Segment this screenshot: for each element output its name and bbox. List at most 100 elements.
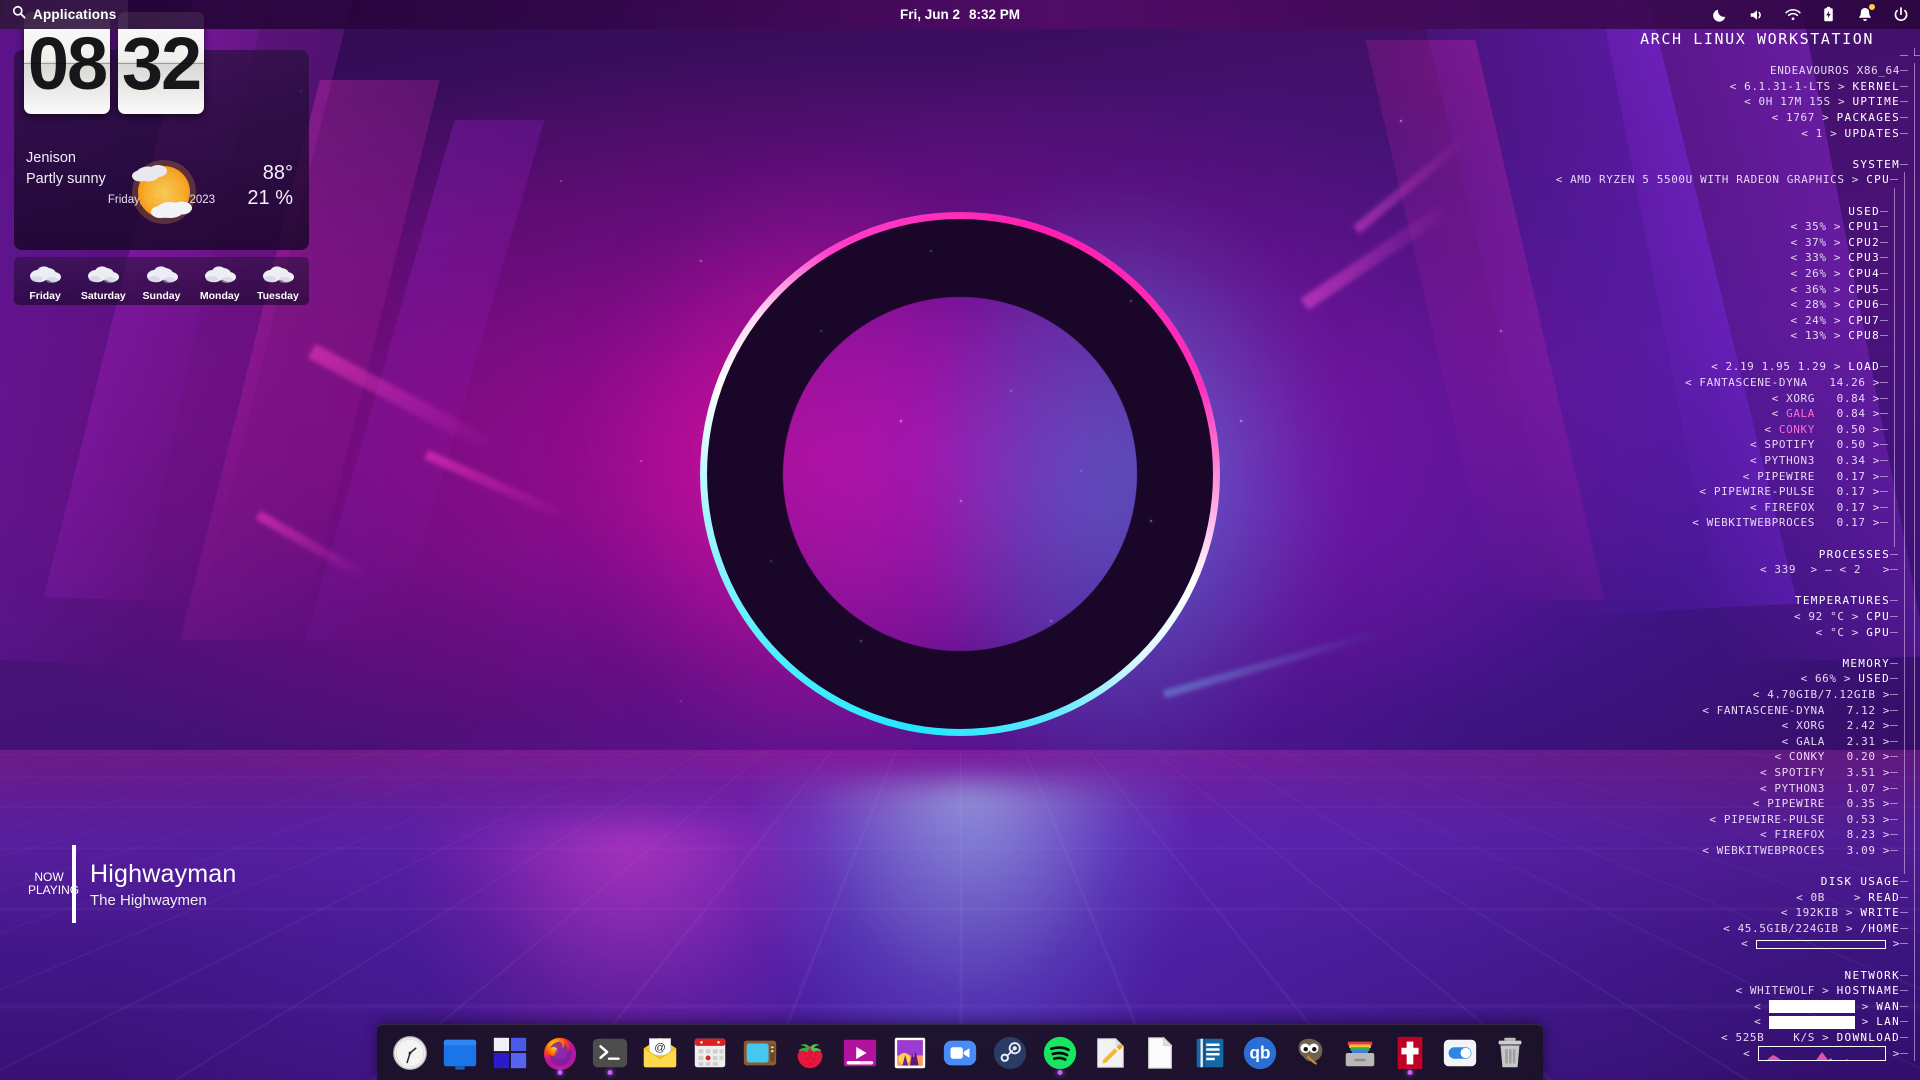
now-playing-divider	[72, 845, 76, 923]
conky-rail	[1900, 266, 1910, 282]
battery-icon[interactable]	[1819, 5, 1838, 24]
text-editor-icon	[1091, 1034, 1129, 1072]
panel-clock[interactable]: Fri, Jun 2 8:32 PM	[900, 7, 1020, 22]
dock-item-bible[interactable]	[1387, 1030, 1433, 1076]
dock-item-clock[interactable]	[387, 1030, 433, 1076]
conky-rail	[1910, 531, 1920, 547]
dock-item-documents[interactable]	[1137, 1030, 1183, 1076]
conky-rail	[1890, 313, 1900, 329]
qbittorrent-icon: qb	[1241, 1034, 1279, 1072]
power-icon[interactable]	[1891, 5, 1910, 24]
conky-rail	[1910, 172, 1920, 188]
dock-item-firefox[interactable]	[537, 1030, 583, 1076]
night-light-icon[interactable]	[1711, 5, 1730, 24]
panel-clock-date: Fri, Jun 2	[900, 7, 960, 22]
dock-item-qbittorrent[interactable]: qb	[1237, 1030, 1283, 1076]
conky-row: USED	[1400, 204, 1920, 220]
conky-tick	[1900, 921, 1910, 937]
conky-rail	[1890, 391, 1900, 407]
conky-row-text: < XORG 2.42 >	[1782, 718, 1890, 734]
conky-rail	[1910, 204, 1920, 220]
conky-rail	[1910, 515, 1920, 531]
dock-item-trash[interactable]	[1487, 1030, 1533, 1076]
conky-rail	[1910, 406, 1920, 422]
conky-row: < FANTASCENE-DYNA 7.12 >	[1400, 703, 1920, 719]
conky-row: < 24% > CPU7	[1400, 313, 1920, 329]
dock-item-notes[interactable]	[1187, 1030, 1233, 1076]
conky-tick	[1880, 422, 1890, 438]
conky-rail	[1890, 235, 1900, 251]
conky-row: < °C > GPU	[1400, 625, 1920, 641]
conky-rail	[1890, 531, 1900, 547]
conky-rail	[1890, 344, 1900, 360]
volume-icon[interactable]	[1747, 5, 1766, 24]
forecast-day: Sunday	[132, 262, 190, 302]
conky-row: < 0H 17M 15S > UPTIME	[1400, 94, 1920, 110]
conky-rail	[1900, 827, 1910, 843]
conky-rail	[1910, 890, 1920, 906]
conky-row: ENDEAVOUROS X86_64	[1400, 63, 1920, 79]
conky-tick	[1890, 765, 1900, 781]
star	[1150, 520, 1152, 522]
cloudy-icon	[132, 262, 190, 288]
conky-rail	[1900, 671, 1910, 687]
dock-item-gimp[interactable]	[1287, 1030, 1333, 1076]
conky-rail	[1900, 406, 1910, 422]
conky-rail	[1890, 297, 1900, 313]
tv-icon	[741, 1034, 779, 1072]
conky-row-text: < FANTASCENE-DYNA 14.26 >	[1685, 375, 1880, 391]
dock-item-mail[interactable]: @	[637, 1030, 683, 1076]
dock-item-photos[interactable]	[887, 1030, 933, 1076]
conky-rail	[1910, 999, 1920, 1015]
conky-row-text: < GALA 2.31 >	[1782, 734, 1890, 750]
forecast-day-label: Friday	[16, 290, 74, 302]
weather-clock-widget[interactable]: 08 32 Jenison Partly sunny Friday, 02 Ju…	[14, 50, 309, 305]
conky-body: ENDEAVOUROS X86_64 < 6.1.31-1-LTS > KERNE…	[1400, 48, 1920, 1062]
conky-spacer	[1400, 640, 1920, 656]
conky-row: < 66% > USED	[1400, 671, 1920, 687]
conky-rail	[1910, 344, 1920, 360]
conky-rail	[1910, 796, 1920, 812]
conky-rail	[1900, 453, 1910, 469]
lan-address-redacted	[1769, 1016, 1855, 1029]
mail-icon: @	[641, 1034, 679, 1072]
conky-row: < 339 > – < 2 >	[1400, 562, 1920, 578]
dock-item-terminal[interactable]	[587, 1030, 633, 1076]
conky-row: < 2.19 1.95 1.29 > LOAD	[1400, 359, 1920, 375]
dock-item-text-editor[interactable]	[1087, 1030, 1133, 1076]
conky-tick	[1880, 406, 1890, 422]
conky-row-text: < SPOTIFY 0.50 >	[1750, 437, 1880, 453]
conky-row: < 4.70GIB/7.12GIB >	[1400, 687, 1920, 703]
svg-text:qb: qb	[1250, 1043, 1271, 1062]
dock-item-settings[interactable]	[1437, 1030, 1483, 1076]
conky-row: < PIPEWIRE-PULSE 0.17 >	[1400, 484, 1920, 500]
dock-item-zoom[interactable]	[937, 1030, 983, 1076]
conky-rail	[1910, 297, 1920, 313]
dock-item-strawberry[interactable]	[787, 1030, 833, 1076]
conky-row: < WEBKITWEBPROCES 0.17 >	[1400, 515, 1920, 531]
dock-item-calendar[interactable]	[687, 1030, 733, 1076]
dock-item-video-player[interactable]	[837, 1030, 883, 1076]
dock-item-steam[interactable]	[987, 1030, 1033, 1076]
conky-spacer	[1400, 344, 1920, 360]
now-playing-widget[interactable]: NOW PLAYING Highwayman The Highwaymen	[28, 845, 237, 923]
conky-row-text: < 24% > CPU7	[1791, 313, 1880, 329]
notifications-icon[interactable]	[1855, 5, 1874, 24]
conky-row-text: < 26% > CPU4	[1791, 266, 1880, 282]
conky-tick	[1890, 172, 1900, 188]
dock-item-files[interactable]	[437, 1030, 483, 1076]
svg-text:@: @	[654, 1042, 666, 1054]
system-tray	[1711, 5, 1910, 24]
applications-button[interactable]: Applications	[0, 0, 128, 29]
conky-rail	[1910, 126, 1920, 142]
dock-item-tv[interactable]	[737, 1030, 783, 1076]
dock-item-workspaces[interactable]	[487, 1030, 533, 1076]
dock-item-spotify[interactable]	[1037, 1030, 1083, 1076]
conky-row: < 36% > CPU5	[1400, 282, 1920, 298]
wifi-icon[interactable]	[1783, 5, 1802, 24]
conky-rail	[1900, 656, 1910, 672]
conky-tick	[1890, 843, 1900, 859]
files-icon	[441, 1034, 479, 1072]
dock-item-archive[interactable]	[1337, 1030, 1383, 1076]
document-icon	[1141, 1034, 1179, 1072]
